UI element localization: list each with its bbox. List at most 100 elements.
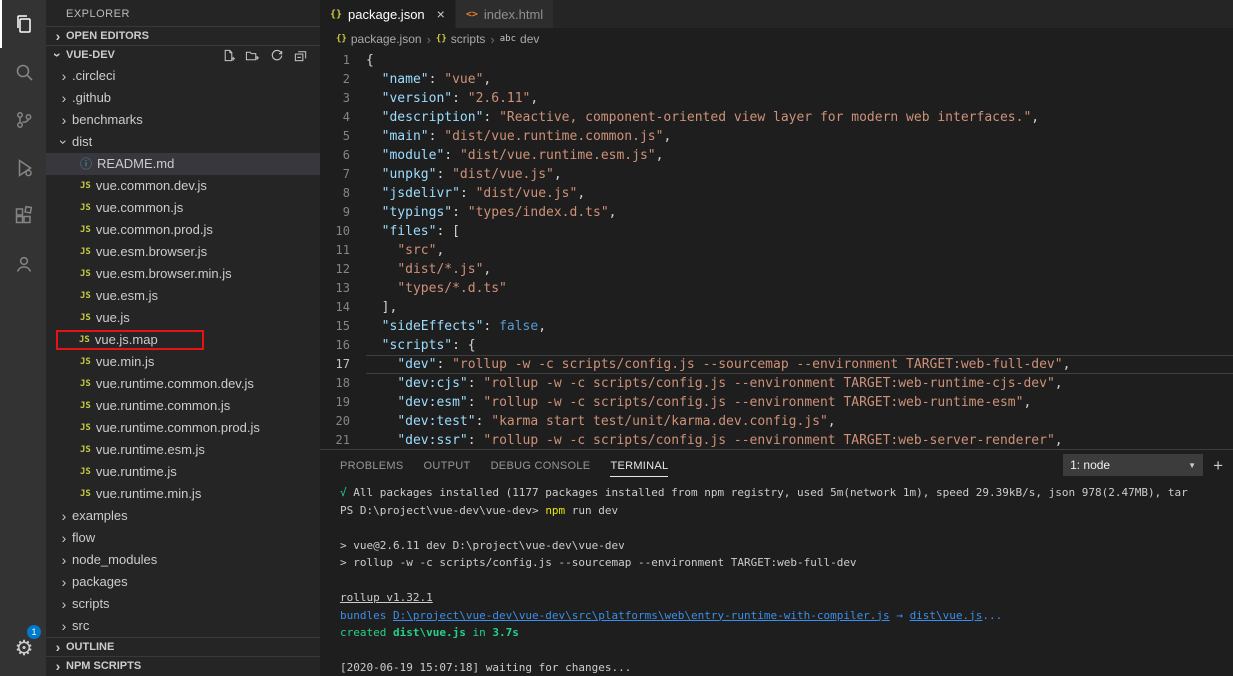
- terminal-shell-selector[interactable]: 1: node ▼: [1063, 454, 1204, 476]
- terminal-line: [2020-06-19 15:07:18] waiting for change…: [340, 661, 632, 674]
- code-line-11: 11 "src",: [320, 241, 1233, 260]
- js-file-icon: JS: [80, 488, 91, 499]
- code-editor[interactable]: 1{2 "name": "vue", 3 "version": "2.6.11",…: [320, 50, 1233, 449]
- refresh-explorer-button[interactable]: [269, 48, 284, 63]
- panel-tab-terminal[interactable]: TERMINAL: [610, 454, 669, 477]
- manage-area: ⚙ 1: [0, 624, 46, 672]
- panel-tab-debug-console[interactable]: DEBUG CONSOLE: [491, 454, 591, 477]
- code-line-2: 2 "name": "vue",: [320, 70, 1233, 89]
- code-line-19: 19 "dev:esm": "rollup -w -c scripts/conf…: [320, 393, 1233, 412]
- code-line-15: 15 "sideEffects": false,: [320, 317, 1233, 336]
- code-line-1: 1{: [320, 51, 1233, 70]
- new-file-button[interactable]: [221, 48, 236, 63]
- workspace-section-header[interactable]: › VUE-DEV: [46, 45, 320, 65]
- chevron-right-icon: ›: [61, 67, 67, 84]
- tree-item-vue-js[interactable]: JS vue.js: [46, 307, 320, 329]
- terminal-output[interactable]: √ All packages installed (1177 packages …: [320, 480, 1233, 676]
- run-and-debug-icon[interactable]: [0, 144, 46, 192]
- chevron-right-icon: ›: [55, 27, 61, 44]
- new-terminal-button[interactable]: +: [1213, 457, 1223, 474]
- outline-section-header[interactable]: › OUTLINE: [46, 637, 320, 657]
- tab-package-json[interactable]: {} package.json ×: [320, 0, 456, 28]
- code-line-21: 21 "dev:ssr": "rollup -w -c scripts/conf…: [320, 431, 1233, 449]
- tree-item-vue-esm-browser-min-js[interactable]: JS vue.esm.browser.min.js: [46, 263, 320, 285]
- chevron-right-icon: ›: [61, 111, 67, 128]
- code-line-10: 10 "files": [: [320, 222, 1233, 241]
- tree-item-src[interactable]: › src: [46, 615, 320, 637]
- chevron-right-icon: ›: [61, 551, 67, 568]
- chevron-right-icon: ›: [61, 595, 67, 612]
- tree-item-readme-md[interactable]: ⓘ README.md: [46, 152, 320, 175]
- tree-item-vue-esm-js[interactable]: JS vue.esm.js: [46, 285, 320, 307]
- line-number: 4: [342, 110, 350, 124]
- search-icon[interactable]: [0, 48, 46, 96]
- collapse-folders-button[interactable]: [293, 48, 308, 63]
- line-number: 8: [342, 186, 350, 200]
- explorer-sidebar: EXPLORER › OPEN EDITORS › VUE-DEV › .cir…: [46, 0, 320, 676]
- code-line-12: 12 "dist/*.js",: [320, 260, 1233, 279]
- explorer-icon[interactable]: [0, 0, 46, 48]
- tree-item-vue-runtime-common-js[interactable]: JS vue.runtime.common.js: [46, 395, 320, 417]
- tree-item-vue-common-js[interactable]: JS vue.common.js: [46, 197, 320, 219]
- js-file-icon: JS: [80, 378, 91, 389]
- panel-tab-output[interactable]: OUTPUT: [424, 454, 471, 477]
- breadcrumb-item-file[interactable]: {} package.json: [336, 32, 422, 46]
- html-file-icon: <>: [465, 8, 478, 20]
- tree-item-vue-esm-browser-js[interactable]: JS vue.esm.browser.js: [46, 241, 320, 263]
- line-number: 12: [335, 262, 350, 276]
- tab-bar: {} package.json × <> index.html: [320, 0, 1233, 28]
- breadcrumb-item-scripts[interactable]: {} scripts: [436, 32, 486, 46]
- js-file-icon: JS: [80, 444, 91, 455]
- tree-item-vue-runtime-common-dev-js[interactable]: JS vue.runtime.common.dev.js: [46, 373, 320, 395]
- tree-item-vue-common-prod-js[interactable]: JS vue.common.prod.js: [46, 219, 320, 241]
- source-control-icon[interactable]: [0, 96, 46, 144]
- new-folder-button[interactable]: [245, 48, 260, 63]
- line-number: 6: [342, 148, 350, 162]
- line-number: 18: [335, 376, 350, 390]
- tree-item-scripts[interactable]: › scripts: [46, 593, 320, 615]
- extensions-icon[interactable]: [0, 192, 46, 240]
- tree-item--github[interactable]: › .github: [46, 87, 320, 109]
- close-icon[interactable]: ×: [437, 6, 445, 22]
- object-symbol-icon: {}: [435, 34, 447, 44]
- accounts-icon[interactable]: [0, 240, 46, 288]
- tree-item-flow[interactable]: › flow: [46, 527, 320, 549]
- chevron-right-icon: ›: [426, 31, 431, 47]
- js-file-icon: JS: [79, 334, 90, 345]
- tree-item-dist[interactable]: › dist: [46, 131, 320, 153]
- tree-item-vue-js-map[interactable]: JS vue.js.map: [46, 329, 320, 351]
- tab-index-html[interactable]: <> index.html: [455, 0, 555, 28]
- npm-scripts-section-header[interactable]: › NPM SCRIPTS: [46, 656, 320, 676]
- tree-item-node-modules[interactable]: › node_modules: [46, 549, 320, 571]
- tree-item-vue-runtime-esm-js[interactable]: JS vue.runtime.esm.js: [46, 439, 320, 461]
- terminal-line: rollup v1.32.1: [340, 591, 433, 604]
- open-editors-section-header[interactable]: › OPEN EDITORS: [46, 26, 320, 46]
- js-file-icon: JS: [80, 422, 91, 433]
- tree-item-vue-min-js[interactable]: JS vue.min.js: [46, 351, 320, 373]
- js-file-icon: JS: [80, 180, 91, 191]
- chevron-down-icon: ›: [50, 52, 66, 58]
- line-number: 13: [335, 281, 350, 295]
- panel-tab-problems[interactable]: PROBLEMS: [340, 454, 404, 477]
- code-line-8: 8 "jsdelivr": "dist/vue.js",: [320, 184, 1233, 203]
- chevron-down-icon: ›: [56, 139, 72, 145]
- line-number: 7: [342, 167, 350, 181]
- tree-item-vue-runtime-min-js[interactable]: JS vue.runtime.min.js: [46, 483, 320, 505]
- string-symbol-icon: abc: [499, 34, 517, 44]
- breadcrumb-item-dev[interactable]: abc dev: [500, 32, 540, 46]
- chevron-right-icon: ›: [61, 573, 67, 590]
- terminal-line: √ All packages installed (1177 packages …: [340, 486, 1188, 499]
- tree-item--circleci[interactable]: › .circleci: [46, 65, 320, 87]
- annotation-red-box: JS vue.js.map: [56, 329, 204, 350]
- tree-item-vue-runtime-js[interactable]: JS vue.runtime.js: [46, 461, 320, 483]
- line-number: 5: [342, 129, 350, 143]
- tree-item-vue-runtime-common-prod-js[interactable]: JS vue.runtime.common.prod.js: [46, 417, 320, 439]
- code-line-17: 17 "dev": "rollup -w -c scripts/config.j…: [320, 355, 1233, 374]
- tree-item-benchmarks[interactable]: › benchmarks: [46, 109, 320, 131]
- tree-item-packages[interactable]: › packages: [46, 571, 320, 593]
- tree-item-vue-common-dev-js[interactable]: JS vue.common.dev.js: [46, 175, 320, 197]
- tree-item-examples[interactable]: › examples: [46, 505, 320, 527]
- code-line-20: 20 "dev:test": "karma start test/unit/ka…: [320, 412, 1233, 431]
